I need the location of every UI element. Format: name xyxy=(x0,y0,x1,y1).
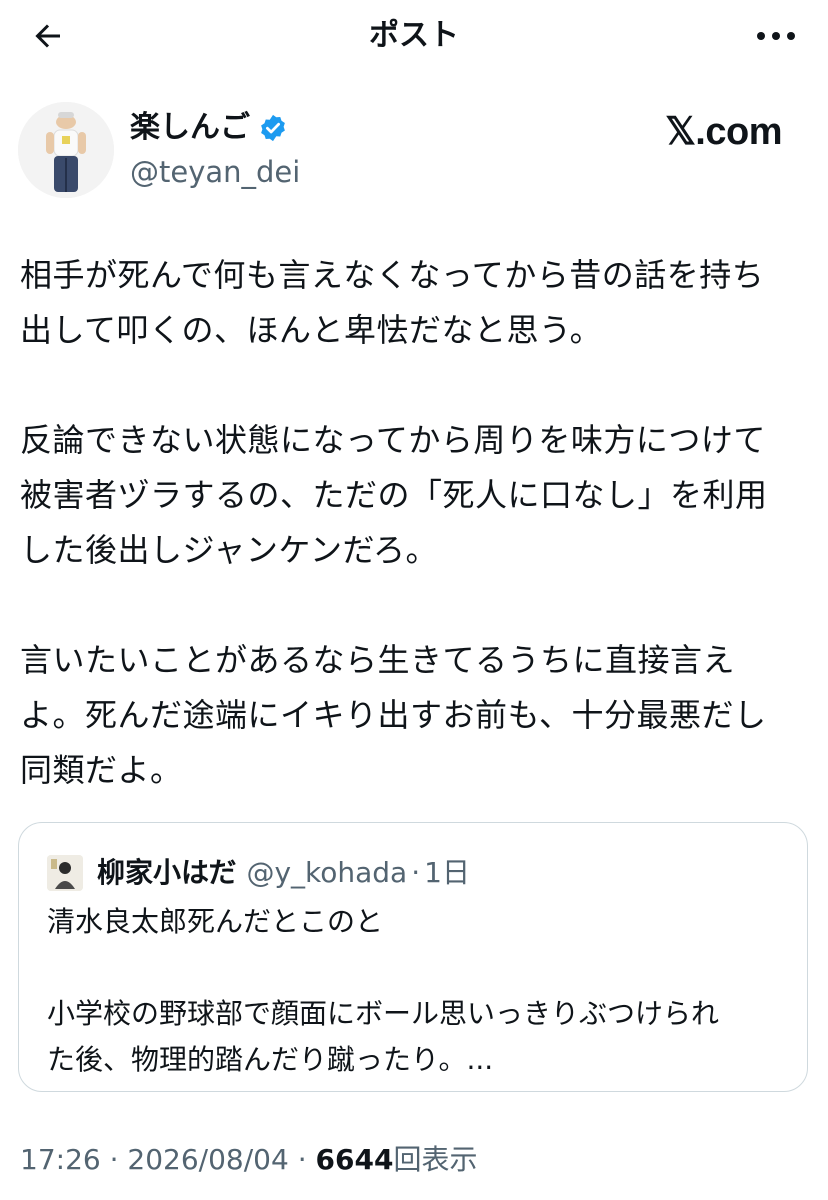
post-line: 被害者ヅラするの、ただの「死人に口なし」を利用 xyxy=(20,476,768,514)
quoted-line: た後、物理的踏んだり蹴ったり。... xyxy=(47,1043,494,1076)
view-count[interactable]: 6644 xyxy=(316,1143,394,1176)
top-bar: ポスト xyxy=(0,0,828,72)
post-line: した後出しジャンケンだろ。 xyxy=(20,531,439,569)
quoted-display-name: 柳家小はだ xyxy=(97,856,237,889)
post-time[interactable]: 17:26 xyxy=(20,1143,101,1176)
verified-badge-icon xyxy=(261,114,285,142)
post-text: 相手が死んで何も言えなくなってから昔の話を持ち 出して叩くの、ほんと卑怯だなと思… xyxy=(20,248,800,798)
view-label: 回表示 xyxy=(393,1143,478,1176)
post-meta: 17:26 · 2026/08/04 · 6644回表示 xyxy=(20,1138,477,1182)
meta-separator: · xyxy=(288,1143,316,1176)
more-horizontal-icon xyxy=(757,32,795,40)
quoted-handle: @y_kohada xyxy=(246,856,408,889)
x-com-watermark: 𝕏.com xyxy=(665,111,782,153)
quoted-avatar xyxy=(47,855,83,891)
author-handle[interactable]: @teyan_dei xyxy=(130,150,300,194)
quoted-line: 清水良太郎死んだとこのと xyxy=(47,905,384,938)
quoted-time: 1日 xyxy=(424,856,470,889)
post-line: 反論できない状態になってから周りを味方につけて xyxy=(20,421,766,459)
post-line: 出して叩くの、ほんと卑怯だなと思う。 xyxy=(20,311,603,349)
quoted-post-text: 清水良太郎死んだとこのと 小学校の野球部で顔面にボール思いっきりぶつけられ た後… xyxy=(47,899,787,1083)
quoted-post[interactable]: 柳家小はだ @y_kohada · 1日 清水良太郎死んだとこのと 小学校の野球… xyxy=(18,822,808,1092)
post-paragraph: 言いたいことがあるなら生きてるうちに直接言え よ。死んだ途端にイキり出すお前も、… xyxy=(20,633,800,798)
post-line: よ。死んだ途端にイキり出すお前も、十分最悪だし xyxy=(20,696,767,734)
post-line: 言いたいことがあるなら生きてるうちに直接言え xyxy=(20,641,736,679)
meta-separator: · xyxy=(100,1143,128,1176)
author-row: 楽しんご @teyan_dei 𝕏.com xyxy=(18,100,810,204)
quoted-separator: · xyxy=(411,856,421,889)
post-date[interactable]: 2026/08/04 xyxy=(127,1143,288,1176)
post-paragraph: 反論できない状態になってから周りを味方につけて 被害者ヅラするの、ただの「死人に… xyxy=(20,413,800,578)
author-name[interactable]: 楽しんご xyxy=(130,106,288,150)
quoted-paragraph: 清水良太郎死んだとこのと xyxy=(47,899,787,945)
post-line: 相手が死んで何も言えなくなってから昔の話を持ち xyxy=(20,256,765,294)
more-button[interactable] xyxy=(748,14,804,58)
quoted-post-header: 柳家小はだ @y_kohada · 1日 xyxy=(47,853,470,893)
avatar[interactable] xyxy=(18,102,114,198)
post-paragraph: 相手が死んで何も言えなくなってから昔の話を持ち 出して叩くの、ほんと卑怯だなと思… xyxy=(20,248,800,358)
page-title: ポスト xyxy=(369,18,459,53)
quoted-line: 小学校の野球部で顔面にボール思いっきりぶつけられ xyxy=(47,997,720,1030)
quoted-paragraph: 小学校の野球部で顔面にボール思いっきりぶつけられ た後、物理的踏んだり蹴ったり。… xyxy=(47,991,787,1083)
author-display-name: 楽しんご xyxy=(130,110,250,145)
post-line: 同類だよ。 xyxy=(20,751,183,789)
